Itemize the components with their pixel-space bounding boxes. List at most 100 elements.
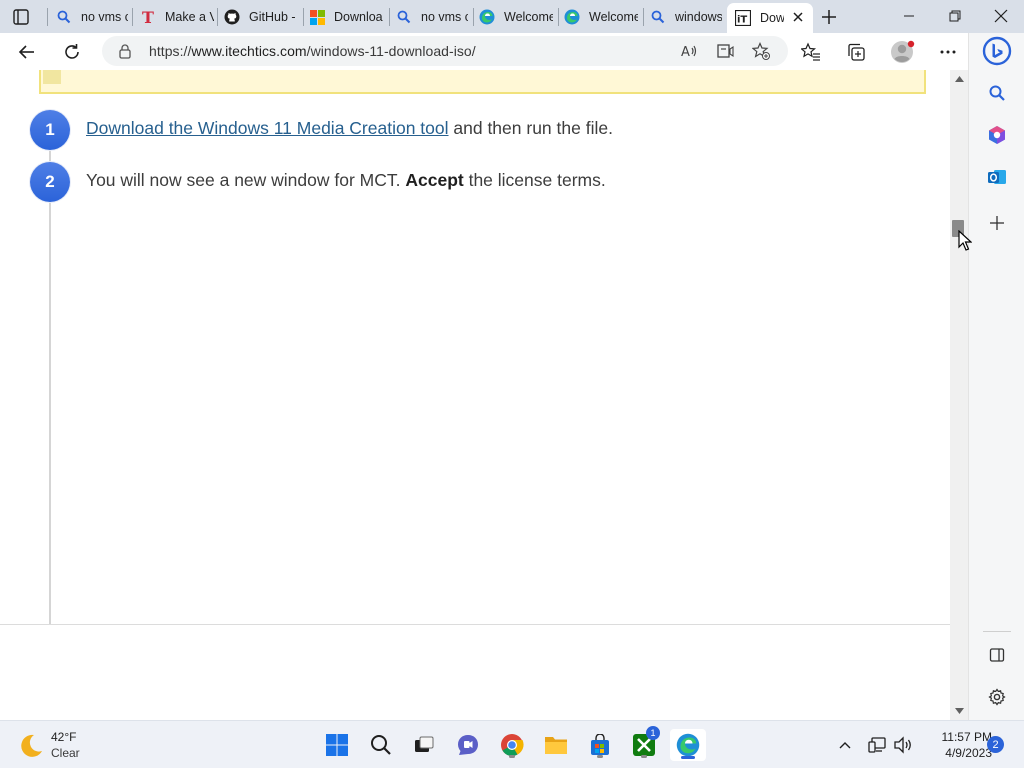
bing-chat-button[interactable]: [981, 35, 1013, 67]
tab-4[interactable]: Downloa: [309, 3, 387, 31]
office-sidebar-button[interactable]: [983, 121, 1011, 149]
search-icon: [371, 735, 391, 755]
tab-title: Make a V: [165, 10, 214, 24]
file-explorer-button[interactable]: [540, 729, 572, 761]
tab-separator: [643, 8, 644, 26]
refresh-button[interactable]: [57, 37, 87, 67]
tab-actions-button[interactable]: [12, 8, 30, 26]
windows-start-icon: [326, 734, 348, 756]
search-sidebar-button[interactable]: [983, 79, 1011, 107]
restore-button[interactable]: [932, 0, 978, 32]
task-view-button[interactable]: [408, 729, 440, 761]
sidebar-settings-button[interactable]: [983, 683, 1011, 711]
tab-2[interactable]: T Make a V: [140, 3, 214, 31]
svg-text:iT: iT: [737, 15, 747, 26]
refresh-icon: [65, 44, 79, 59]
t-logo-icon: T: [140, 9, 156, 25]
svg-text:A: A: [681, 45, 690, 60]
plus-icon: [990, 216, 1004, 230]
search-icon: [989, 85, 1005, 101]
outlook-icon: [988, 170, 1006, 184]
taskbar-search-button[interactable]: [365, 729, 397, 761]
edge-taskbar-button[interactable]: [670, 729, 706, 761]
running-indicator: [641, 755, 647, 758]
collections-icon: [848, 43, 865, 61]
immersive-reader-icon[interactable]: [716, 42, 734, 60]
tab-3[interactable]: GitHub -: [224, 3, 300, 31]
add-sidebar-app-button[interactable]: [983, 209, 1011, 237]
weather-temp: 42°F: [51, 730, 77, 744]
scroll-down-arrow[interactable]: [954, 706, 964, 716]
back-button[interactable]: [12, 37, 42, 67]
steps-timeline-line: [49, 150, 51, 624]
gear-icon: [988, 688, 1006, 706]
running-indicator: [509, 755, 515, 758]
page-scrollbar[interactable]: [950, 70, 968, 720]
notification-badge[interactable]: 2: [987, 736, 1004, 753]
section-divider: [0, 624, 950, 625]
chrome-taskbar-button[interactable]: [496, 729, 528, 761]
tab-separator: [217, 8, 218, 26]
svg-text:T: T: [142, 9, 154, 25]
network-icon[interactable]: [868, 735, 888, 755]
show-hidden-icons-button[interactable]: [838, 737, 854, 753]
minimize-button[interactable]: [886, 0, 932, 32]
moon-icon: [21, 734, 42, 757]
new-tab-button[interactable]: [819, 7, 839, 27]
tab-5[interactable]: no vms c: [396, 3, 468, 31]
store-button[interactable]: [584, 729, 616, 761]
url-text[interactable]: https://www.itechtics.com/windows-11-dow…: [149, 43, 476, 59]
weather-widget[interactable]: 42°F Clear: [16, 729, 136, 763]
favorites-icon: [801, 42, 820, 61]
bing-icon: [982, 36, 1012, 66]
read-aloud-icon[interactable]: A: [680, 42, 698, 60]
itechtics-icon: iT: [735, 10, 751, 26]
collections-button[interactable]: [841, 37, 871, 67]
running-indicator: [597, 755, 603, 758]
start-button[interactable]: [321, 729, 353, 761]
tab-title: no vms c: [421, 10, 468, 24]
tab-separator: [389, 8, 390, 26]
plus-icon: [822, 10, 836, 24]
tab-7[interactable]: Welcome: [564, 3, 638, 31]
tab-title: GitHub -: [249, 10, 296, 24]
step-2-bold: Accept: [405, 170, 464, 190]
tab-separator: [132, 8, 133, 26]
weather-condition: Clear: [51, 746, 80, 760]
page-content: 1 Download the Windows 11 Media Creation…: [0, 70, 950, 720]
step-1-text: Download the Windows 11 Media Creation t…: [86, 118, 613, 139]
hide-sidebar-button[interactable]: [983, 641, 1011, 669]
settings-more-button[interactable]: [933, 37, 963, 67]
edge-icon: [564, 9, 580, 25]
tab-strip: no vms c T Make a V GitHub - Downloa no …: [0, 0, 1024, 33]
tab-title: Downloa: [334, 10, 383, 24]
add-favorite-icon[interactable]: [751, 42, 770, 60]
back-arrow-icon: [18, 45, 34, 59]
store-icon: [591, 734, 609, 755]
address-bar[interactable]: https://www.itechtics.com/windows-11-dow…: [102, 36, 788, 66]
sidebar-panel-icon: [989, 648, 1005, 662]
chrome-icon: [501, 734, 524, 756]
outlook-sidebar-button[interactable]: [983, 163, 1011, 191]
step-2-text: You will now see a new window for MCT. A…: [86, 170, 606, 191]
close-window-button[interactable]: [978, 0, 1024, 32]
volume-icon[interactable]: [893, 735, 913, 755]
favorites-button[interactable]: [796, 37, 826, 67]
scroll-up-arrow[interactable]: [954, 74, 964, 84]
browser-toolbar: https://www.itechtics.com/windows-11-dow…: [0, 33, 968, 70]
step-2-number: 2: [30, 162, 70, 202]
xbox-button[interactable]: 1: [628, 726, 660, 761]
restore-icon: [949, 10, 961, 22]
system-clock[interactable]: 11:57 PM 4/9/2023: [912, 729, 992, 761]
tab-active[interactable]: iT Dow: [727, 3, 813, 33]
tab-1[interactable]: no vms c: [56, 3, 128, 31]
teams-chat-button[interactable]: [452, 729, 484, 761]
lock-icon[interactable]: [118, 43, 132, 59]
chevron-up-icon: [839, 742, 851, 749]
media-creation-tool-link[interactable]: Download the Windows 11 Media Creation t…: [86, 118, 449, 138]
tab-8[interactable]: windows: [650, 3, 722, 31]
tab-6[interactable]: Welcome: [479, 3, 553, 31]
profile-button[interactable]: [887, 37, 917, 67]
close-tab-icon[interactable]: [791, 10, 805, 24]
search-icon: [56, 9, 72, 25]
